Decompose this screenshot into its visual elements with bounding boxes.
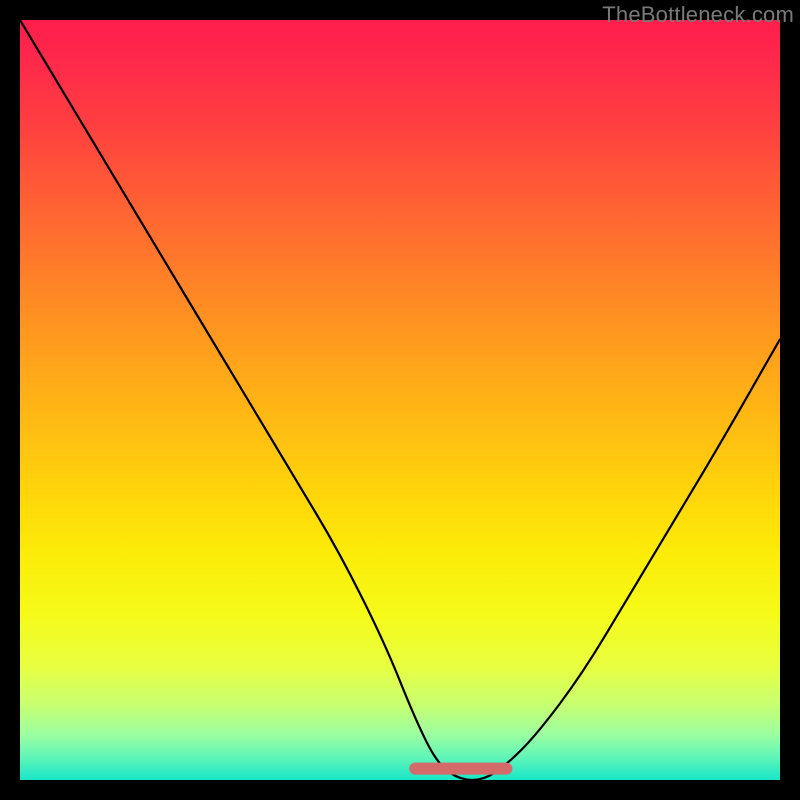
curve-svg: [20, 20, 780, 780]
plot-area: [20, 20, 780, 780]
watermark-text: TheBottleneck.com: [602, 2, 794, 28]
bottleneck-curve: [20, 20, 780, 780]
chart-frame: TheBottleneck.com: [0, 0, 800, 800]
